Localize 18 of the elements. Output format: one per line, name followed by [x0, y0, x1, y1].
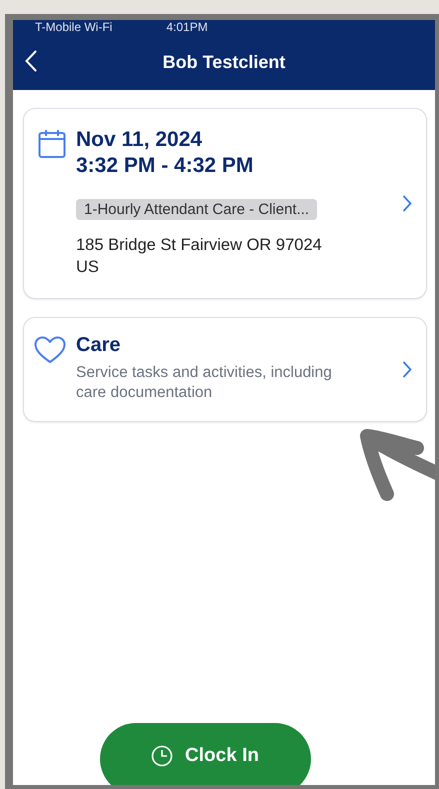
appointment-time: 3:32 PM - 4:32 PM: [76, 153, 254, 179]
carrier-label: T-Mobile Wi-Fi: [35, 20, 112, 34]
calendar-icon: [38, 129, 66, 159]
care-description: Service tasks and activities, including care documentation: [76, 363, 333, 403]
client-name-title: Bob Testclient: [162, 52, 286, 72]
service-tag: 1-Hourly Attendant Care - Client...: [76, 199, 318, 220]
clock-icon: [151, 744, 174, 766]
status-time: 4:01PM: [166, 20, 208, 34]
appointment-address: 185 Bridge St Fairview OR 97024 US: [76, 235, 323, 278]
chevron-right-icon: [402, 195, 412, 212]
appointment-card[interactable]: Nov 11, 2024 3:32 PM - 4:32 PM 1-Hourly Attendant Care - Client... 185 Bridge St Fairview OR 97024 US: [23, 108, 427, 299]
chevron-right-icon: [402, 361, 412, 378]
back-icon: [25, 50, 37, 72]
care-title: Care: [76, 334, 122, 357]
care-card[interactable]: Care Service tasks and activities, including care documentation: [23, 317, 427, 422]
heart-icon: [34, 336, 66, 364]
clock-in-button[interactable]: Clock In: [100, 723, 310, 785]
appointment-date: Nov 11, 2024: [76, 127, 204, 153]
